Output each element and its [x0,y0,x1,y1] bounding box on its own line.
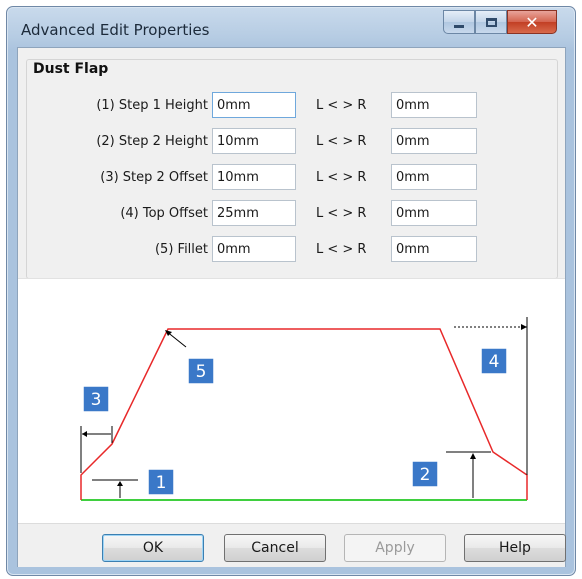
minimize-icon [454,24,464,28]
row-step2-offset: (3) Step 2 Offset [18,164,208,194]
top-offset-right-input[interactable]: 0mm [391,200,477,226]
maximize-button[interactable] [475,10,507,34]
fillet-right-input[interactable]: 0mm [391,236,477,262]
badge-1: 1 [147,468,175,496]
close-button[interactable]: ✕ [507,10,557,34]
badge-3-label: 3 [91,390,102,410]
group-label: Dust Flap [30,61,112,77]
field-label: (3) Step 2 Offset [100,170,208,185]
row-step2-height: (2) Step 2 Height [18,128,208,158]
step2-offset-input[interactable]: 10mm [212,164,296,190]
dim3-arrowhead [82,431,87,437]
help-button[interactable]: Help [464,534,566,562]
dim2-arrowhead [470,453,476,459]
lr-separator: L < > R [316,134,367,149]
lr-separator: L < > R [316,170,367,185]
dialog-window: Advanced Edit Properties ✕ Dust Flap (1)… [6,6,576,576]
badge-1-label: 1 [156,473,167,493]
close-icon: ✕ [525,12,539,32]
maximize-icon [485,17,497,27]
title-bar[interactable]: Advanced Edit Properties ✕ [7,7,575,47]
step1-height-right-input[interactable]: 0mm [391,92,477,118]
step2-height-right-input[interactable]: 0mm [391,128,477,154]
badge-2-label: 2 [420,465,431,485]
button-bar: OK Cancel Apply Help [18,523,566,567]
badge-2: 2 [411,460,439,488]
field-label: (4) Top Offset [120,206,208,221]
row-top-offset: (4) Top Offset [18,200,208,230]
row-step1-height: (1) Step 1 Height [18,92,208,122]
cancel-button[interactable]: Cancel [224,534,326,562]
badge-3: 3 [82,385,110,413]
dialog-client-area: Dust Flap (1) Step 1 Height 0mm L < > R … [17,47,566,567]
step2-height-input[interactable]: 10mm [212,128,296,154]
lr-separator: L < > R [316,206,367,221]
field-label: (5) Fillet [154,242,208,257]
badge-4-label: 4 [489,352,500,372]
row-fillet: (5) Fillet [18,236,208,266]
fillet-input[interactable]: 0mm [212,236,296,262]
ok-button[interactable]: OK [102,534,204,562]
caption-buttons: ✕ [443,10,557,36]
window-title: Advanced Edit Properties [21,21,210,39]
diagram-svg: 1 2 3 4 5 [80,317,528,501]
dust-flap-diagram: 1 2 3 4 5 [18,279,565,523]
step1-height-input[interactable]: 0mm [212,92,296,118]
badge-4: 4 [480,347,508,375]
field-label: (2) Step 2 Height [96,134,208,149]
minimize-button[interactable] [443,10,475,34]
lr-separator: L < > R [316,98,367,113]
field-label: (1) Step 1 Height [96,98,208,113]
dim4-arrowhead [521,324,527,330]
lr-separator: L < > R [316,242,367,257]
step2-offset-right-input[interactable]: 0mm [391,164,477,190]
badge-5: 5 [187,357,215,385]
dim1-arrowhead [117,481,123,486]
apply-button[interactable]: Apply [344,534,446,562]
top-offset-input[interactable]: 25mm [212,200,296,226]
badge-5-label: 5 [196,362,207,382]
